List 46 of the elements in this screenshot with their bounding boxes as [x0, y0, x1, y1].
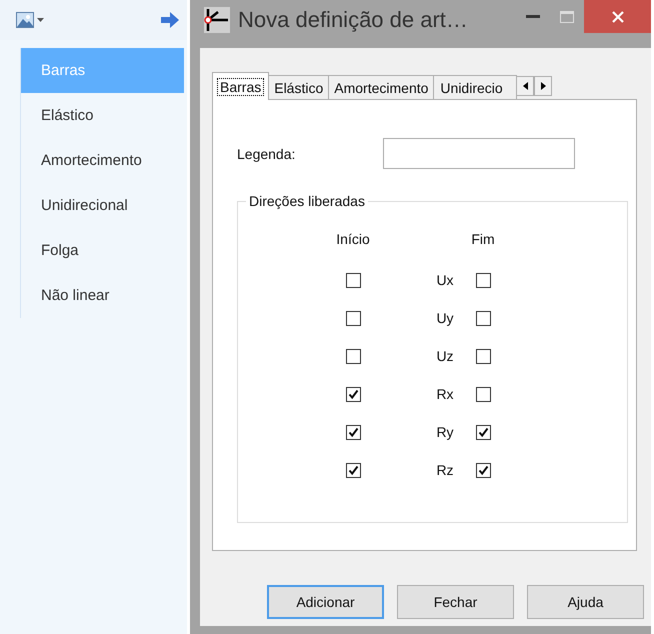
- triangle-right-icon: [540, 82, 546, 90]
- sidebar-item[interactable]: Folga: [21, 228, 184, 273]
- row-label: Rz: [436, 462, 454, 478]
- checkbox[interactable]: [346, 424, 360, 440]
- caret-icon[interactable]: [37, 18, 44, 22]
- group-title: Direções liberadas: [248, 193, 366, 209]
- checkbox[interactable]: [476, 310, 490, 326]
- dialog-button[interactable]: Fechar: [397, 585, 514, 619]
- close-button[interactable]: [584, 0, 651, 33]
- checkbox[interactable]: [346, 348, 360, 364]
- checkbox[interactable]: [346, 272, 360, 288]
- checkbox[interactable]: [346, 462, 360, 478]
- sidebar-item[interactable]: Não linear: [21, 273, 184, 318]
- row-label: Rx: [436, 386, 454, 402]
- sidebar-item[interactable]: Amortecimento: [21, 138, 184, 183]
- tab[interactable]: Unidirecio: [433, 75, 518, 99]
- sidebar-item[interactable]: Unidirecional: [21, 183, 184, 228]
- row-label: Ry: [436, 424, 454, 440]
- checkbox[interactable]: [476, 272, 490, 288]
- column-header: Fim: [471, 231, 495, 249]
- checkbox[interactable]: [476, 462, 490, 478]
- checkbox[interactable]: [476, 348, 490, 364]
- dialog-button[interactable]: Adicionar: [267, 585, 384, 619]
- row-label: Uz: [436, 348, 454, 364]
- window-title: Nova definição de art…: [238, 7, 469, 33]
- dialog-button[interactable]: Ajuda: [527, 585, 644, 619]
- arrow-right-icon[interactable]: [161, 12, 179, 28]
- checkbox[interactable]: [476, 424, 490, 440]
- scroll-right-button[interactable]: [534, 76, 552, 96]
- minimize-icon: [526, 15, 540, 18]
- tab[interactable]: Barras: [212, 72, 270, 100]
- column-header: Início: [336, 231, 370, 249]
- row-label: Ux: [436, 272, 454, 288]
- app-icon: [204, 7, 230, 33]
- input-field[interactable]: [383, 138, 575, 169]
- maximize-icon: [560, 10, 574, 22]
- checkbox[interactable]: [476, 386, 490, 402]
- triangle-left-icon: [522, 82, 528, 90]
- sidebar-item[interactable]: Elástico: [21, 93, 184, 138]
- field-label: Legenda:: [237, 146, 296, 162]
- checkbox[interactable]: [346, 310, 360, 326]
- checkbox[interactable]: [346, 386, 360, 402]
- row-label: Uy: [436, 310, 454, 326]
- image-icon[interactable]: [16, 12, 34, 28]
- close-icon: [612, 10, 624, 22]
- scroll-left-button[interactable]: [516, 76, 534, 96]
